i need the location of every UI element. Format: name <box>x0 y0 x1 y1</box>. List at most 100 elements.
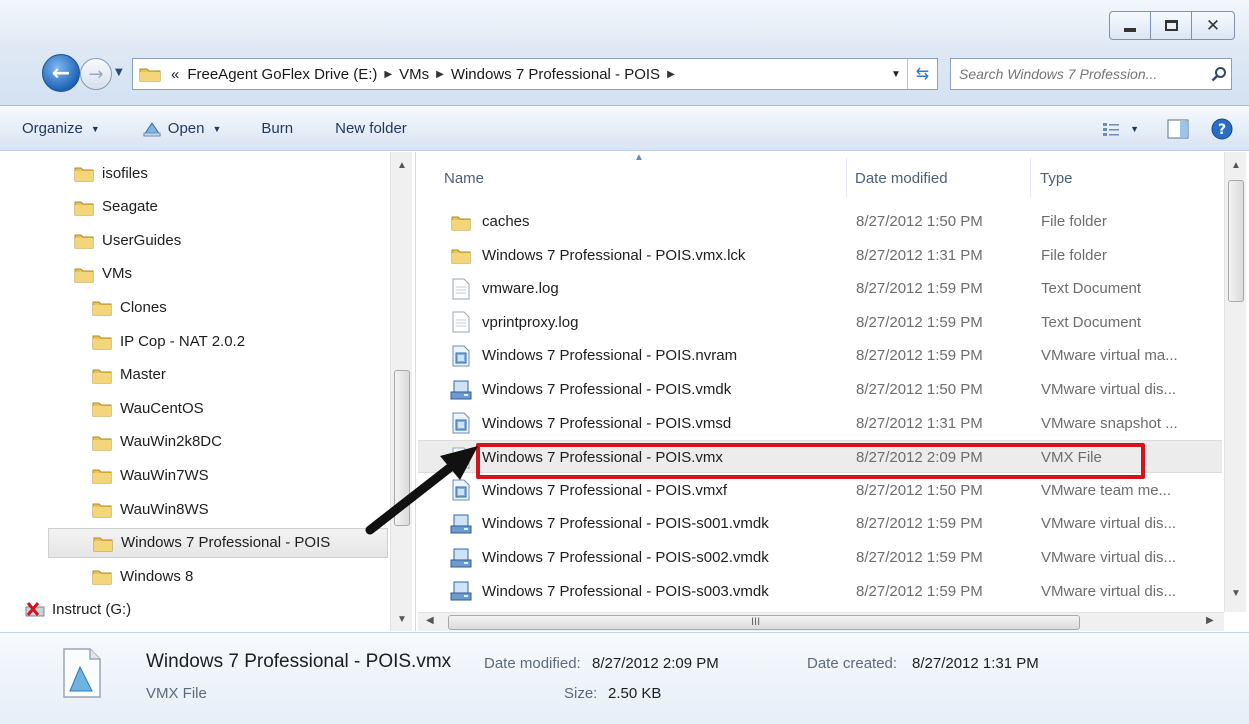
file-list-horizontal-scrollbar[interactable]: ◀ III ▶ <box>418 612 1224 631</box>
file-row[interactable]: Windows 7 Professional - POIS.vmx 8/27/20… <box>418 440 1222 474</box>
forward-button[interactable]: → <box>80 58 112 90</box>
scroll-down-icon[interactable]: ▼ <box>1231 588 1241 599</box>
file-list-scrollbar-thumb[interactable] <box>1228 180 1244 302</box>
refresh-button[interactable]: ⇆ <box>907 59 937 89</box>
search-input[interactable] <box>959 66 1203 82</box>
scroll-left-icon[interactable]: ◀ <box>426 615 434 626</box>
file-name: Windows 7 Professional - POIS.vmx <box>482 449 723 467</box>
nav-tree-item[interactable]: WauWin7WS <box>92 460 209 490</box>
file-row[interactable]: Windows 7 Professional - POIS.vmxf 8/27/2… <box>418 474 1222 507</box>
folder-icon <box>74 231 94 249</box>
horizontal-scrollbar-thumb[interactable]: III <box>448 615 1080 630</box>
scroll-up-icon[interactable]: ▲ <box>1231 160 1241 171</box>
column-header-name[interactable]: Name <box>444 158 847 198</box>
close-button[interactable]: ✕ <box>1191 11 1235 40</box>
file-row[interactable]: Windows 7 Professional - POIS-s002.vmdk 8… <box>418 541 1222 574</box>
open-label: Open <box>167 120 205 137</box>
nav-tree-item[interactable]: WauWin2k8DC <box>92 427 222 457</box>
file-list-vertical-scrollbar[interactable]: ▲ ▼ <box>1224 152 1246 612</box>
recent-pages-dropdown[interactable]: ▼ <box>115 67 123 78</box>
file-type: File folder <box>1041 246 1107 264</box>
maximize-button[interactable] <box>1150 11 1192 40</box>
file-name-cell: Windows 7 Professional - POIS-s001.vmdk <box>450 507 769 540</box>
search-box[interactable] <box>950 58 1232 90</box>
address-bar[interactable]: « FreeAgent GoFlex Drive (E:) ▶ VMs ▶ Wi… <box>132 58 938 90</box>
file-type: VMware snapshot ... <box>1041 414 1178 432</box>
column-name-label: Name <box>444 169 485 187</box>
nav-tree-label: isofiles <box>102 164 148 182</box>
virtual-disk-icon <box>450 379 472 401</box>
help-icon: ? <box>1211 118 1233 140</box>
organize-button[interactable]: Organize ▼ <box>0 120 112 137</box>
file-row[interactable]: vmware.log 8/27/2012 1:59 PM Text Document <box>418 272 1222 305</box>
file-name-cell: Windows 7 Professional - POIS.vmsd <box>450 407 731 440</box>
column-date-label: Date modified <box>855 169 948 187</box>
nav-tree-item[interactable]: Clones <box>92 292 167 322</box>
column-header-type[interactable]: Type <box>1040 158 1220 198</box>
nav-tree-item[interactable]: Instruct (G:) <box>24 595 131 625</box>
folder-icon <box>139 68 161 82</box>
folder-icon <box>92 399 112 417</box>
address-history-dropdown[interactable]: ▼ <box>885 69 907 80</box>
scroll-down-icon[interactable]: ▼ <box>397 614 407 625</box>
preview-pane-button[interactable] <box>1167 119 1189 139</box>
breadcrumb-current-folder[interactable]: Windows 7 Professional - POIS <box>447 66 664 83</box>
nav-tree-item[interactable]: Master <box>92 360 166 390</box>
view-controls: ▼ ? <box>1102 107 1233 151</box>
vmware-file-icon <box>450 345 472 367</box>
breadcrumb-vms[interactable]: VMs <box>395 66 433 83</box>
file-date-modified: 8/27/2012 1:59 PM <box>856 549 983 566</box>
file-name: caches <box>482 213 530 230</box>
details-date-modified-label: Date modified: <box>484 655 581 672</box>
chevron-down-icon: ▼ <box>212 123 222 134</box>
file-name-cell: vprintproxy.log <box>450 306 578 339</box>
scroll-up-icon[interactable]: ▲ <box>397 160 407 171</box>
search-button[interactable] <box>1207 66 1231 82</box>
file-row[interactable]: vprintproxy.log 8/27/2012 1:59 PM Text Doc… <box>418 306 1222 339</box>
file-row[interactable]: Windows 7 Professional - POIS.vmsd 8/27/2… <box>418 407 1222 440</box>
column-header-date[interactable]: Date modified <box>855 158 1031 198</box>
file-name-cell: Windows 7 Professional - POIS.vmx.lck <box>450 239 745 272</box>
breadcrumb-drive[interactable]: FreeAgent GoFlex Drive (E:) <box>183 66 381 83</box>
nav-tree-item[interactable]: Windows 7 Professional - POIS <box>48 527 388 558</box>
file-name-cell: Windows 7 Professional - POIS.vmdk <box>450 373 731 406</box>
scroll-right-icon[interactable]: ▶ <box>1206 615 1214 626</box>
back-button[interactable]: ← <box>42 54 80 92</box>
nav-tree-item[interactable]: IP Cop - NAT 2.0.2 <box>92 326 245 356</box>
file-row[interactable]: caches 8/27/2012 1:50 PM File folder <box>418 205 1222 238</box>
folder-icon <box>450 211 472 233</box>
file-list: ▲ Name Date modified Type caches 8/27/201… <box>418 152 1249 631</box>
breadcrumb-separator-icon[interactable]: ▶ <box>664 69 678 80</box>
file-row[interactable]: Windows 7 Professional - POIS-s001.vmdk 8… <box>418 507 1222 540</box>
breadcrumb-separator-icon[interactable]: ▶ <box>381 69 395 80</box>
folder-icon <box>74 265 94 283</box>
file-row[interactable]: Windows 7 Professional - POIS-s003.vmdk 8… <box>418 575 1222 608</box>
file-row[interactable]: Windows 7 Professional - POIS.vmdk 8/27/2… <box>418 373 1222 406</box>
details-size-label: Size: <box>564 685 598 702</box>
nav-tree-item[interactable]: UserGuides <box>74 225 181 255</box>
nav-tree-item[interactable]: WauCentOS <box>92 393 204 423</box>
minimize-button[interactable] <box>1109 11 1151 40</box>
nav-tree-item[interactable]: isofiles <box>74 158 148 188</box>
new-folder-button[interactable]: New folder <box>305 120 419 137</box>
nav-tree-item[interactable]: Seagate <box>74 192 158 222</box>
breadcrumb-separator-icon[interactable]: ▶ <box>433 69 447 80</box>
burn-button[interactable]: Burn <box>233 120 305 137</box>
help-button[interactable]: ? <box>1211 118 1233 140</box>
file-row[interactable]: Windows 7 Professional - POIS.nvram 8/27/… <box>418 339 1222 372</box>
nav-tree-item[interactable]: VMs <box>74 259 132 289</box>
new-folder-label: New folder <box>335 120 407 137</box>
file-name: Windows 7 Professional - POIS-s002.vmdk <box>482 549 769 566</box>
file-row[interactable]: Windows 7 Professional - POIS.vmx.lck 8/2… <box>418 239 1222 272</box>
breadcrumb-overflow[interactable]: « <box>167 66 183 83</box>
nav-tree-item[interactable]: Windows 8 <box>92 561 193 591</box>
open-button[interactable]: Open ▼ <box>112 120 234 137</box>
caption-buttons: ✕ <box>1109 11 1235 40</box>
file-name: Windows 7 Professional - POIS.vmsd <box>482 414 732 432</box>
command-toolbar: Organize ▼ Open ▼ Burn New folder ▼ ? <box>0 107 1249 151</box>
nav-scrollbar[interactable]: ▲ ▼ <box>390 152 412 631</box>
folder-icon <box>74 198 94 216</box>
change-view-button[interactable]: ▼ <box>1102 121 1139 137</box>
nav-tree-item[interactable]: WauWin8WS <box>92 494 209 524</box>
file-date-modified: 8/27/2012 1:31 PM <box>856 246 983 264</box>
